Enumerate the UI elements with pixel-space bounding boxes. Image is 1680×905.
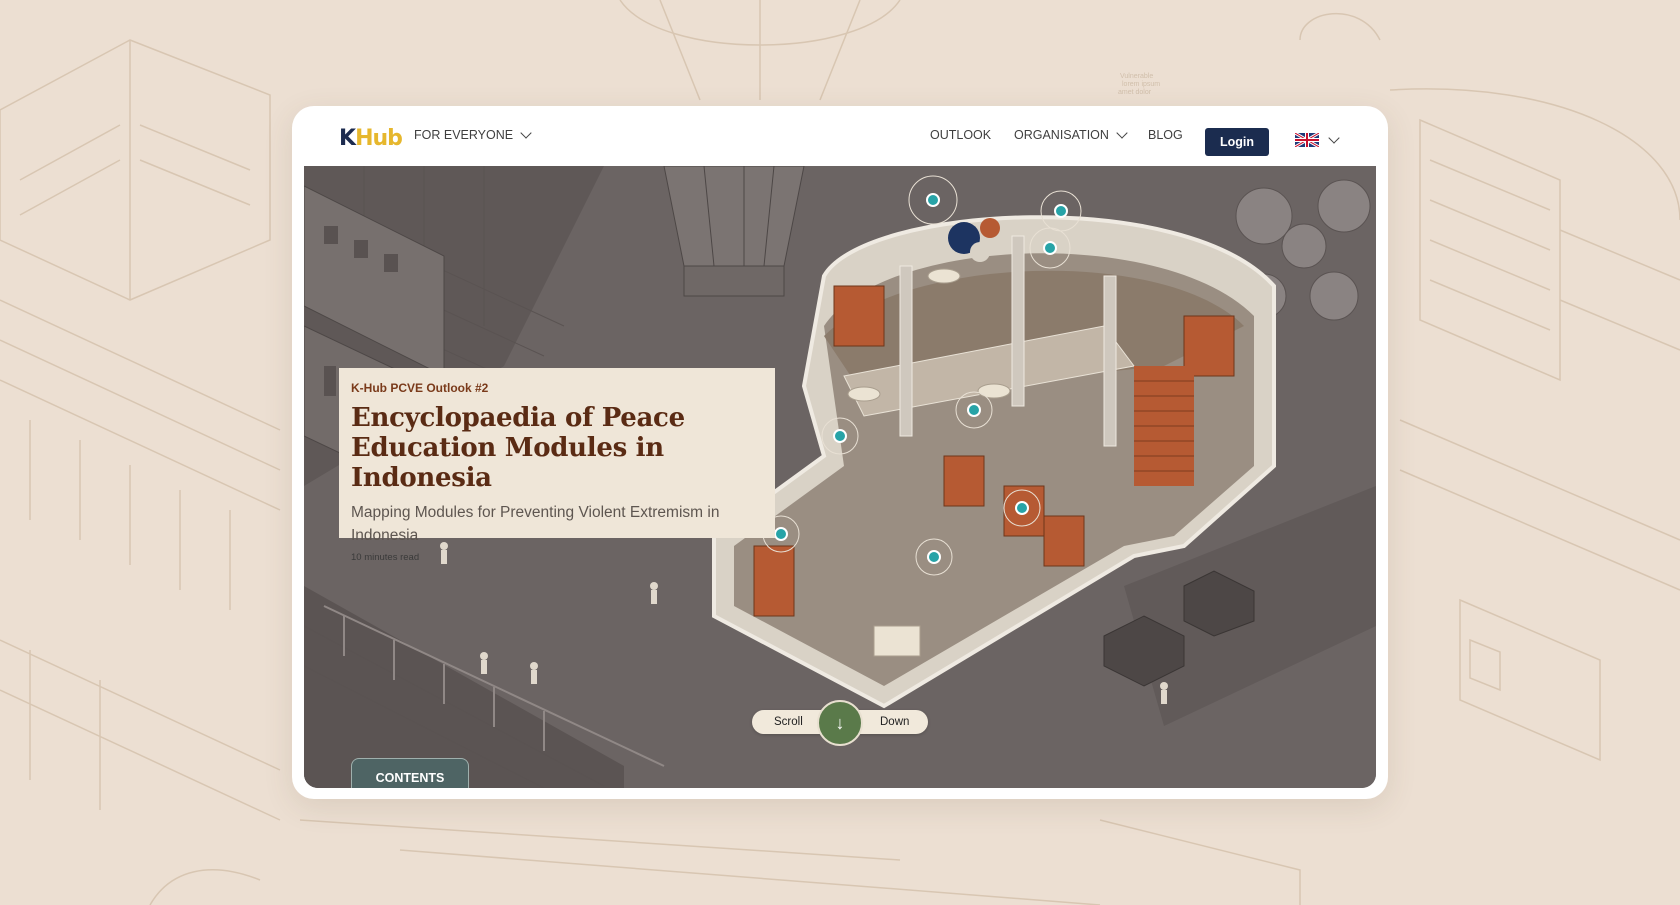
read-time: 10 minutes read <box>351 552 420 563</box>
nav-blog-label: BLOG <box>1148 128 1183 142</box>
chevron-down-icon <box>520 127 532 139</box>
browser-window: KHub FOR EVERYONE OUTLOOK ORGANISATION B… <box>292 106 1388 799</box>
down-label: Down <box>880 716 910 728</box>
svg-text:lorem ipsum: lorem ipsum <box>1122 81 1160 88</box>
nav-for-everyone-label: FOR EVERYONE <box>414 128 514 142</box>
chevron-down-icon <box>1116 127 1128 139</box>
nav-organisation-label: ORGANISATION <box>1014 128 1109 142</box>
navbar: KHub FOR EVERYONE OUTLOOK ORGANISATION B… <box>292 106 1388 166</box>
nav-organisation[interactable]: ORGANISATION <box>1014 127 1128 142</box>
chevron-down-icon <box>1328 132 1340 144</box>
contents-tab[interactable]: CONTENTS <box>351 758 469 788</box>
article-card: K-Hub PCVE Outlook #2 Encyclopaedia of P… <box>339 368 775 563</box>
hero-illustration: K-Hub PCVE Outlook #2 Encyclopaedia of P… <box>304 166 1376 788</box>
article-title: Encyclopaedia of Peace Education Modules… <box>351 403 685 493</box>
login-button[interactable]: Login <box>1205 128 1269 156</box>
svg-text:Vulnerable: Vulnerable <box>1120 73 1153 80</box>
nav-outlook[interactable]: OUTLOOK <box>930 128 991 142</box>
article-subtitle: Mapping Modules for Preventing Violent E… <box>351 504 720 544</box>
svg-text:amet dolor: amet dolor <box>1118 89 1152 96</box>
khub-logo[interactable]: KHub <box>339 126 403 151</box>
language-selector[interactable] <box>1295 132 1340 147</box>
nav-outlook-label: OUTLOOK <box>930 128 992 142</box>
arrow-down-icon: ↓ <box>835 712 845 733</box>
article-eyebrow: K-Hub PCVE Outlook #2 <box>351 381 489 395</box>
scroll-down-button[interactable]: ↓ <box>817 700 863 746</box>
logo-k: K <box>339 126 356 151</box>
uk-flag-icon <box>1295 133 1319 147</box>
nav-for-everyone[interactable]: FOR EVERYONE <box>414 127 532 142</box>
nav-blog[interactable]: BLOG <box>1148 128 1183 142</box>
scroll-label: Scroll <box>774 716 803 728</box>
logo-hub: Hub <box>355 126 403 151</box>
